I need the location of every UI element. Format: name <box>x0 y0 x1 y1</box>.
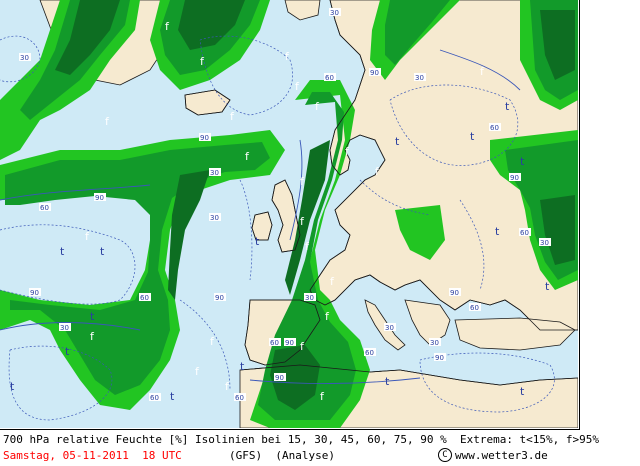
isoline-label: 60 <box>150 394 159 402</box>
date-time: Samstag, 05-11-2011 18 UTC <box>3 449 182 462</box>
isoline-label: 30 <box>210 169 219 177</box>
minimum-marker-t: t <box>395 135 400 148</box>
minimum-marker-t: t <box>505 100 510 113</box>
isoline-label: 30 <box>540 239 549 247</box>
isoline-label: 30 <box>305 294 314 302</box>
isoline-label: 90 <box>370 69 379 77</box>
minimum-marker-t: t <box>170 390 175 403</box>
isoline-label: 30 <box>20 54 29 62</box>
minimum-marker-t: t <box>495 225 500 238</box>
minimum-marker-t: t <box>240 360 245 373</box>
minimum-marker-t: t <box>90 310 95 323</box>
isoline-label: 30 <box>415 74 424 82</box>
humidity-map: fffffffffffffffffffffff tttttttttttttttt… <box>0 0 580 430</box>
map-canvas: fff ffffffffffffffffffff t ttttttttttttttt… <box>0 0 579 429</box>
isoline-label: 60 <box>270 339 279 347</box>
map-footer: 700 hPa relative Feuchte [%] Isolinien b… <box>0 430 599 466</box>
isoline-label: 60 <box>325 74 334 82</box>
isoline-label: 90 <box>285 339 294 347</box>
isoline-label: 30 <box>430 339 439 347</box>
isoline-label: 90 <box>200 134 209 142</box>
minimum-marker-t: t <box>545 280 550 293</box>
isoline-label: 90 <box>435 354 444 362</box>
isoline-label: 90 <box>95 194 104 202</box>
isoline-label: 30 <box>330 9 339 17</box>
isoline-label: 90 <box>450 289 459 297</box>
copyright-icon: C <box>438 448 452 462</box>
isoline-label: 60 <box>235 394 244 402</box>
minimum-marker-t: t <box>385 375 390 388</box>
isoline-label: 60 <box>40 204 49 212</box>
isoline-label: 60 <box>470 304 479 312</box>
isoline-label: 90 <box>510 174 519 182</box>
minimum-marker-t: t <box>520 385 525 398</box>
minimum-marker-t: t <box>470 130 475 143</box>
isoline-label: 30 <box>60 324 69 332</box>
minimum-marker-t: t <box>255 235 260 248</box>
minimum-marker-t: t <box>10 380 15 393</box>
isoline-label: 30 <box>385 324 394 332</box>
minimum-marker-t: t <box>65 345 70 358</box>
minimum-marker-t: t <box>520 155 525 168</box>
isoline-label: 60 <box>490 124 499 132</box>
model-label: (GFS) (Analyse) <box>229 449 335 462</box>
minimum-marker-t: t <box>60 245 65 258</box>
isoline-label: 30 <box>210 214 219 222</box>
isoline-label: 60 <box>140 294 149 302</box>
legend-line: 700 hPa relative Feuchte [%] Isolinien b… <box>3 433 600 446</box>
minimum-marker-t: t <box>100 245 105 258</box>
isoline-label: 60 <box>365 349 374 357</box>
isoline-label: 60 <box>520 229 529 237</box>
website-link[interactable]: www.wetter3.de <box>455 449 548 462</box>
isoline-label: 90 <box>275 374 284 382</box>
isoline-label: 90 <box>215 294 224 302</box>
isoline-label: 90 <box>30 289 39 297</box>
